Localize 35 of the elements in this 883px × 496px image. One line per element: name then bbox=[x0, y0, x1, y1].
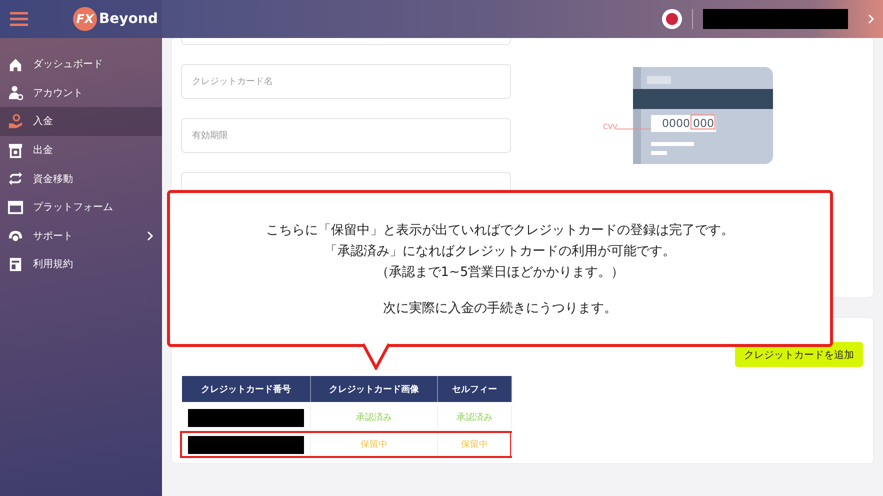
sidebar-item[interactable]: サポート bbox=[0, 222, 162, 250]
callout-text: 「承認済み」になればクレジットカードの利用が可能です。 bbox=[324, 242, 676, 260]
terms-icon bbox=[8, 256, 23, 272]
status-cell: 保留中 bbox=[311, 433, 438, 456]
flag-icon[interactable] bbox=[662, 9, 682, 29]
sidebar-item[interactable]: プラットフォーム bbox=[0, 192, 162, 222]
card-number-text: 0000 bbox=[662, 117, 690, 130]
support-icon bbox=[8, 228, 23, 244]
status-cell: 承認済み bbox=[311, 406, 438, 429]
callout-text: こちらに「保留中」と表示が出ていればでクレジットカードの登録は完了です。 bbox=[266, 222, 734, 238]
sidebar-item[interactable]: 出金 bbox=[0, 136, 162, 164]
leader-line bbox=[615, 128, 651, 130]
cvv-text: 000 bbox=[692, 117, 714, 130]
sidebar-item[interactable]: ダッシュボード bbox=[0, 50, 162, 79]
withdraw-icon bbox=[8, 142, 23, 158]
sidebar-item[interactable]: 利用規約 bbox=[0, 250, 162, 279]
sidebar-item[interactable]: アカウント bbox=[0, 78, 162, 108]
column-header: セルフィー bbox=[438, 376, 512, 402]
logo-text: Beyond bbox=[99, 11, 158, 27]
status-cell: 承認済み bbox=[438, 406, 512, 429]
column-header: クレジットカード画像 bbox=[311, 376, 438, 402]
home-icon bbox=[8, 56, 23, 72]
callout-text: 次に実際に入金の手続きにうつります。 bbox=[383, 300, 617, 316]
status-cell: 保留中 bbox=[438, 433, 512, 456]
callout-text: （承認まで1~5営業日ほどかかります。） bbox=[376, 264, 624, 280]
chevron-icon[interactable] bbox=[867, 14, 875, 24]
menu-icon[interactable] bbox=[10, 12, 28, 26]
account-icon bbox=[8, 85, 23, 100]
transfer-icon bbox=[8, 171, 23, 186]
deposit-icon bbox=[8, 114, 23, 129]
platform-icon bbox=[8, 200, 23, 215]
sidebar-item[interactable]: 資金移動 bbox=[0, 164, 162, 193]
column-header: クレジットカード番号 bbox=[182, 376, 311, 402]
logo-mark: FX bbox=[73, 7, 97, 31]
sidebar-item[interactable]: 入金 bbox=[0, 107, 162, 136]
